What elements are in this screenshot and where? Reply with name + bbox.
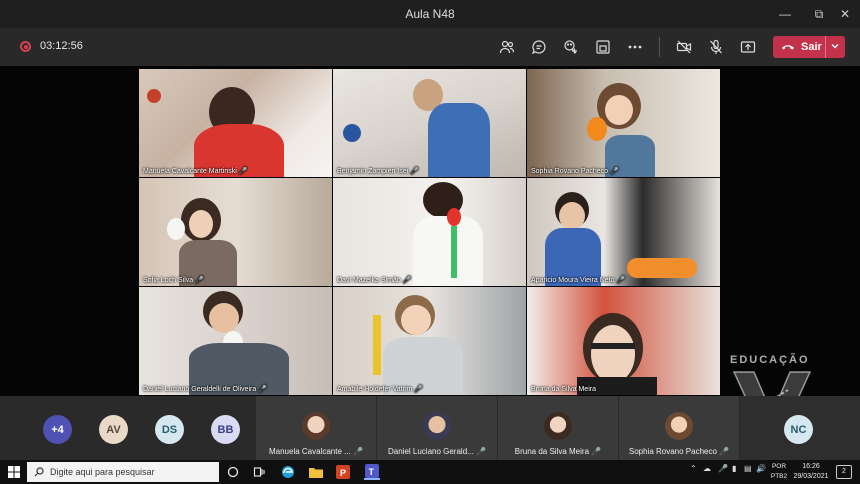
minimize-button[interactable]: — xyxy=(770,0,800,28)
search-input: Digite aqui para pesquisar xyxy=(50,467,155,477)
meeting-timer: 03:12:56 xyxy=(40,40,83,52)
chat-icon[interactable] xyxy=(528,37,550,57)
teams-icon[interactable]: T xyxy=(364,464,380,480)
file-explorer-icon[interactable] xyxy=(308,464,324,480)
avatar xyxy=(423,412,451,440)
video-tile[interactable]: Benjamin Zampieri Isei 🎤 xyxy=(333,69,526,177)
participant-name: Aparicio Moura Vieira Neto 🎤 xyxy=(531,277,626,284)
video-tile[interactable]: Davi Mazeika Simão 🎤 xyxy=(333,178,526,286)
task-view-icon[interactable] xyxy=(251,464,267,480)
close-window-button[interactable]: ✕ xyxy=(830,0,860,28)
mic-icon: 🎤 xyxy=(402,277,412,284)
avatar[interactable]: BB xyxy=(211,415,240,444)
taskbar-search[interactable]: Digite aqui para pesquisar xyxy=(27,462,219,482)
participant-name: Sophia Rovano Pacheco 🎤 xyxy=(531,168,619,175)
clock-date: 29/03/2021 xyxy=(793,473,829,480)
participant-roster: +4 AV DS BB Manuela Cavalcante ... 🎤 Dan… xyxy=(0,396,860,460)
participant-card-name: Manuela Cavalcante ... 🎤 xyxy=(268,447,363,456)
cortana-icon[interactable] xyxy=(225,464,241,480)
chevron-down-icon[interactable] xyxy=(829,40,841,52)
video-tile[interactable]: Amabile Holdefer Vatrim 🎤 xyxy=(333,287,526,395)
meeting-toolbar: 03:12:56 Sair xyxy=(0,28,860,66)
keyboard-language[interactable]: POR PTB2 xyxy=(768,462,790,482)
participant-card[interactable]: Daniel Luciano Gerald... 🎤 xyxy=(377,396,497,460)
video-tile[interactable]: Daniel Luciano Geraldelli de Oliveira 🎤 xyxy=(139,287,332,395)
mic-off-icon[interactable] xyxy=(705,37,727,57)
cloud-icon[interactable]: ☁ xyxy=(703,464,711,473)
notifications-icon[interactable]: 2 xyxy=(836,465,852,479)
participant-card-name: Bruna da Silva Meira 🎤 xyxy=(514,447,602,456)
mic-icon: 🎤 xyxy=(238,168,248,175)
network-icon[interactable]: ▤ xyxy=(744,464,752,473)
powerpoint-icon[interactable]: P xyxy=(335,464,351,480)
video-tile[interactable]: Bruna da Silva Meira xyxy=(527,287,720,395)
more-participants-badge[interactable]: +4 xyxy=(43,415,72,444)
svg-text:T: T xyxy=(369,467,375,477)
participant-card-name: Sophia Rovano Pacheco 🎤 xyxy=(628,447,730,456)
participant-card[interactable]: Sophia Rovano Pacheco 🎤 xyxy=(619,396,739,460)
video-grid: Manuela Cavalcante Martinski 🎤 Benjamin Z… xyxy=(139,69,720,396)
video-tile[interactable]: Manuela Cavalcante Martinski 🎤 xyxy=(139,69,332,177)
windows-start-icon[interactable] xyxy=(8,466,20,478)
participant-card[interactable]: Bruna da Silva Meira 🎤 xyxy=(498,396,618,460)
participant-name: Benjamin Zampieri Isei 🎤 xyxy=(337,168,419,175)
reactions-icon[interactable] xyxy=(560,37,582,57)
avatar xyxy=(302,412,330,440)
participant-card-name: Daniel Luciano Gerald... 🎤 xyxy=(387,447,486,456)
window-title: Aula N48 xyxy=(405,7,455,21)
chevron-up-icon[interactable]: ⌃ xyxy=(690,464,697,473)
avatar[interactable]: DS xyxy=(155,415,184,444)
camera-off-icon[interactable] xyxy=(673,37,695,57)
window-titlebar: Aula N48 — ⧉ ✕ xyxy=(0,0,860,28)
leave-button[interactable]: Sair xyxy=(773,36,845,58)
mic-icon: 🎤 xyxy=(610,168,619,175)
mic-icon: 🎤 xyxy=(616,277,626,284)
edge-icon[interactable] xyxy=(280,464,296,480)
video-tile[interactable]: Aparicio Moura Vieira Neto 🎤 xyxy=(527,178,720,286)
mic-icon: 🎤 xyxy=(410,168,419,175)
recording-icon xyxy=(20,41,31,52)
volume-icon[interactable]: 🔊 xyxy=(756,464,766,473)
avatar xyxy=(544,412,572,440)
share-tray-icon[interactable] xyxy=(592,37,614,57)
clock-time: 16:26 xyxy=(802,463,820,470)
participant-name: Manuela Cavalcante Martinski 🎤 xyxy=(143,168,248,175)
taskbar-clock[interactable]: 16:26 29/03/2021 xyxy=(790,462,832,482)
participant-name: Sofia Loch Silva 🎤 xyxy=(143,277,204,284)
windows-taskbar: Digite aqui para pesquisar P T ⌃ ☁ 🎤 ▮ ▤… xyxy=(0,460,860,484)
avatar[interactable]: AV xyxy=(99,415,128,444)
mic-icon: 🎤 xyxy=(414,386,424,393)
video-tile[interactable]: Sophia Rovano Pacheco 🎤 xyxy=(527,69,720,177)
watermark-text: EDUCAÇÃO xyxy=(730,354,810,366)
battery-icon[interactable]: ▮ xyxy=(732,464,736,473)
mic-icon: 🎤 xyxy=(258,386,267,393)
people-icon[interactable] xyxy=(496,37,518,57)
participant-name: Daniel Luciano Geraldelli de Oliveira 🎤 xyxy=(143,386,267,393)
video-tile[interactable]: Sofia Loch Silva 🎤 xyxy=(139,178,332,286)
more-icon[interactable] xyxy=(624,37,646,57)
leave-label: Sair xyxy=(801,41,822,53)
avatar xyxy=(665,412,693,440)
participant-card[interactable]: Manuela Cavalcante ... 🎤 xyxy=(256,396,376,460)
avatar: NC xyxy=(784,415,813,444)
microphone-icon[interactable]: 🎤 xyxy=(718,464,728,473)
hangup-icon xyxy=(781,45,795,50)
mic-icon: 🎤 xyxy=(195,277,204,284)
participant-name: Amabile Holdefer Vatrim 🎤 xyxy=(337,386,424,393)
participant-card[interactable]: NC xyxy=(740,396,860,460)
participant-name: Bruna da Silva Meira xyxy=(531,386,596,393)
toolbar-divider xyxy=(659,37,660,57)
participant-name: Davi Mazeika Simão 🎤 xyxy=(337,277,412,284)
search-icon xyxy=(34,467,44,477)
share-icon[interactable] xyxy=(737,37,759,57)
svg-text:P: P xyxy=(340,468,346,478)
